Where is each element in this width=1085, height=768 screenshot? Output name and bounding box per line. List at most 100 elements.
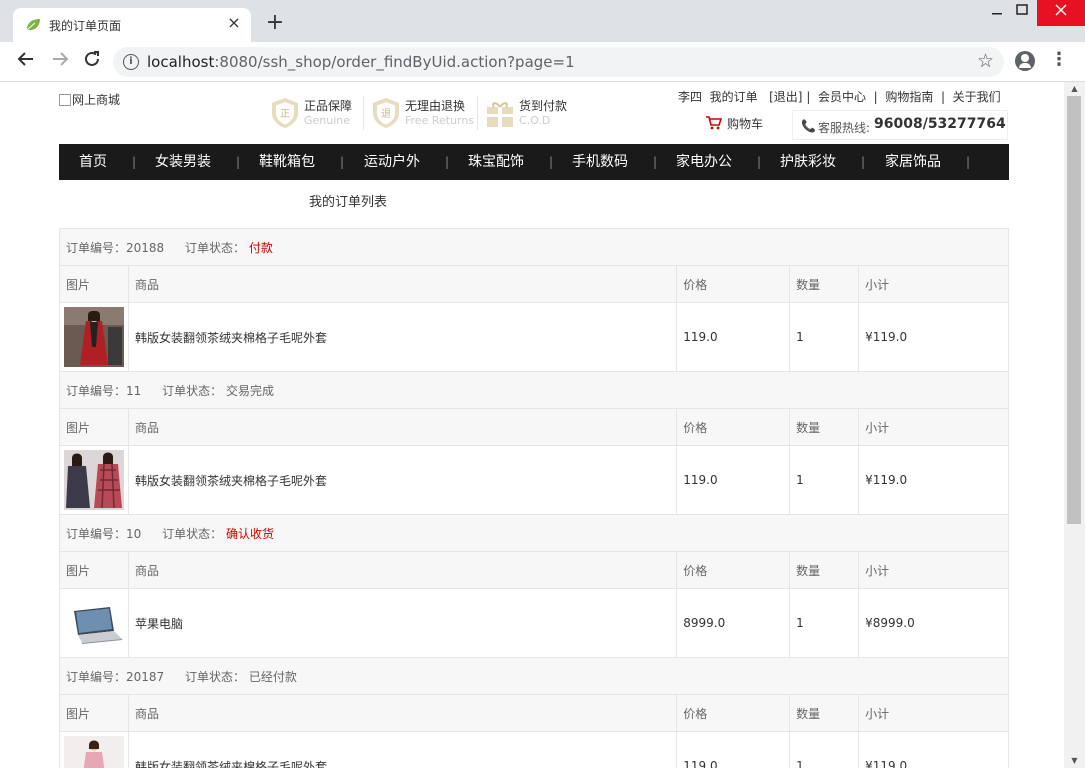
col-image: 图片	[59, 551, 129, 589]
nav-separator: |	[966, 155, 971, 169]
order-id: 11	[126, 383, 142, 398]
back-arrow-icon	[17, 52, 33, 66]
col-subtotal: 小计	[858, 551, 1009, 589]
nav-separator: |	[132, 155, 137, 169]
col-image: 图片	[59, 694, 129, 732]
tab-close-icon[interactable]: ×	[225, 14, 243, 32]
order-status-link[interactable]: 确认收货	[226, 527, 274, 541]
forward-arrow-icon	[53, 52, 69, 66]
profile-avatar-icon[interactable]	[1015, 51, 1035, 71]
product-name[interactable]: 苹果电脑	[127, 588, 678, 658]
svg-text:正: 正	[280, 109, 290, 120]
product-thumbnail-laptop[interactable]	[64, 593, 124, 653]
member-center-link[interactable]: 会员中心	[818, 90, 866, 104]
info-icon[interactable]: i	[123, 54, 139, 70]
nav-separator: |	[861, 155, 866, 169]
order-id: 20187	[126, 669, 165, 684]
leaf-favicon-icon	[26, 19, 40, 31]
product-name[interactable]: 韩版女装翻领茶绒夹棉格子毛呢外套	[127, 731, 678, 768]
order-id: 10	[126, 526, 142, 541]
col-price: 价格	[676, 551, 791, 589]
product-thumbnail-coat[interactable]	[64, 450, 124, 510]
nav-item-jewelry[interactable]: 珠宝配饰	[468, 144, 524, 180]
broken-image-icon	[59, 94, 71, 106]
reload-button[interactable]	[80, 50, 104, 74]
tab-title: 我的订单页面	[49, 19, 122, 33]
nav-separator: |	[445, 155, 450, 169]
new-tab-button[interactable]: +	[264, 12, 286, 34]
product-price: 119.0	[676, 445, 791, 515]
cart-link[interactable]: 购物车	[706, 115, 763, 132]
returns-shield-icon: 退	[373, 98, 399, 128]
col-image: 图片	[59, 265, 129, 303]
more-menu-icon[interactable]: ⋮	[1050, 50, 1068, 72]
badge-subtitle: C.O.D	[519, 114, 551, 127]
scroll-thumb[interactable]	[1067, 96, 1081, 524]
page-viewport: 网上商城 正 正品保障 Genuine 退 无理由退换 Free Returns…	[0, 82, 1064, 768]
nav-item-shoes-bags[interactable]: 鞋靴箱包	[259, 144, 315, 180]
col-price: 价格	[676, 408, 791, 446]
address-bar[interactable]: i localhost:8080/ssh_shop/order_findByUi…	[113, 47, 1004, 77]
about-us-link[interactable]: 关于我们	[953, 90, 1001, 104]
badge-title: 无理由退换	[405, 99, 466, 113]
product-qty: 1	[789, 588, 860, 658]
col-subtotal: 小计	[858, 265, 1009, 303]
url-text[interactable]: localhost:8080/ssh_shop/order_findByUid.…	[147, 53, 575, 71]
nav-item-apparel[interactable]: 女装男装	[155, 144, 211, 180]
product-name[interactable]: 韩版女装翻领茶绒夹棉格子毛呢外套	[127, 445, 678, 515]
browser-tab[interactable]: 我的订单页面 ×	[13, 8, 251, 42]
order-header: 订单编号：20187 订单状态： 已经付款	[59, 657, 1009, 695]
col-qty: 数量	[789, 551, 860, 589]
nav-item-digital[interactable]: 手机数码	[572, 144, 628, 180]
vertical-scrollbar[interactable]: ▲ ▼	[1064, 82, 1085, 768]
col-price: 价格	[676, 265, 791, 303]
window-maximize-button[interactable]	[1002, 0, 1042, 26]
nav-item-home[interactable]: 首页	[79, 144, 107, 180]
browser-chrome: 我的订单页面 × + i localhost:8080/ssh_shop/ord…	[0, 0, 1085, 82]
col-image: 图片	[59, 408, 129, 446]
hotline-box: 📞 客服热线: 96008/53277764	[792, 110, 1008, 140]
col-subtotal: 小计	[858, 408, 1009, 446]
nav-item-home-decor[interactable]: 家居饰品	[885, 144, 941, 180]
badge-title: 正品保障	[304, 99, 353, 113]
product-qty: 1	[789, 445, 860, 515]
badge-title: 货到付款	[519, 99, 568, 113]
nav-item-appliances[interactable]: 家电办公	[676, 144, 732, 180]
window-close-button[interactable]	[1037, 0, 1085, 26]
col-price: 价格	[676, 694, 791, 732]
order-status-link[interactable]: 付款	[249, 241, 273, 255]
product-thumbnail-coat[interactable]	[64, 736, 124, 768]
badge-divider	[363, 96, 364, 130]
logout-link[interactable]: [退出]	[769, 90, 802, 104]
scroll-up-arrow-icon[interactable]: ▲	[1064, 82, 1085, 96]
page-title: 我的订单列表	[309, 195, 388, 210]
product-qty: 1	[789, 731, 860, 768]
bookmark-star-icon[interactable]: ☆	[977, 50, 994, 72]
forward-button[interactable]	[48, 50, 72, 74]
nav-item-cosmetics[interactable]: 护肤彩妆	[780, 144, 836, 180]
genuine-shield-icon: 正	[272, 98, 298, 128]
badge-subtitle: Free Returns	[405, 114, 475, 127]
col-subtotal: 小计	[858, 694, 1009, 732]
col-product: 商品	[127, 265, 678, 303]
col-qty: 数量	[789, 265, 860, 303]
order-item-row: 韩版女装翻领茶绒夹棉格子毛呢外套 119.0 1 ¥119.0	[59, 445, 1009, 515]
order-item-row: 韩版女装翻领茶绒夹棉格子毛呢外套 119.0 1 ¥119.0	[59, 731, 1009, 768]
hotline-number: 96008/53277764	[874, 116, 1006, 132]
product-name[interactable]: 韩版女装翻领茶绒夹棉格子毛呢外套	[127, 302, 678, 372]
column-header-row: 图片 商品 价格 数量 小计	[59, 551, 1009, 589]
main-nav: 首页 | 女装男装 | 鞋靴箱包 | 运动户外 | 珠宝配饰 | 手机数码 | …	[59, 144, 1009, 180]
url-host: localhost	[147, 53, 215, 71]
product-thumbnail-coat[interactable]	[64, 307, 124, 367]
site-logo[interactable]: 网上商城	[59, 91, 120, 108]
my-orders-link[interactable]: 我的订单	[710, 90, 758, 104]
nav-item-sports[interactable]: 运动户外	[364, 144, 420, 180]
col-product: 商品	[127, 694, 678, 732]
scroll-down-arrow-icon[interactable]: ▼	[1064, 754, 1085, 768]
back-button[interactable]	[14, 50, 38, 74]
cart-label: 购物车	[727, 117, 764, 131]
product-price: 119.0	[676, 302, 791, 372]
product-subtotal: ¥119.0	[858, 445, 1009, 515]
nav-separator: |	[236, 155, 241, 169]
shopping-guide-link[interactable]: 购物指南	[885, 90, 933, 104]
